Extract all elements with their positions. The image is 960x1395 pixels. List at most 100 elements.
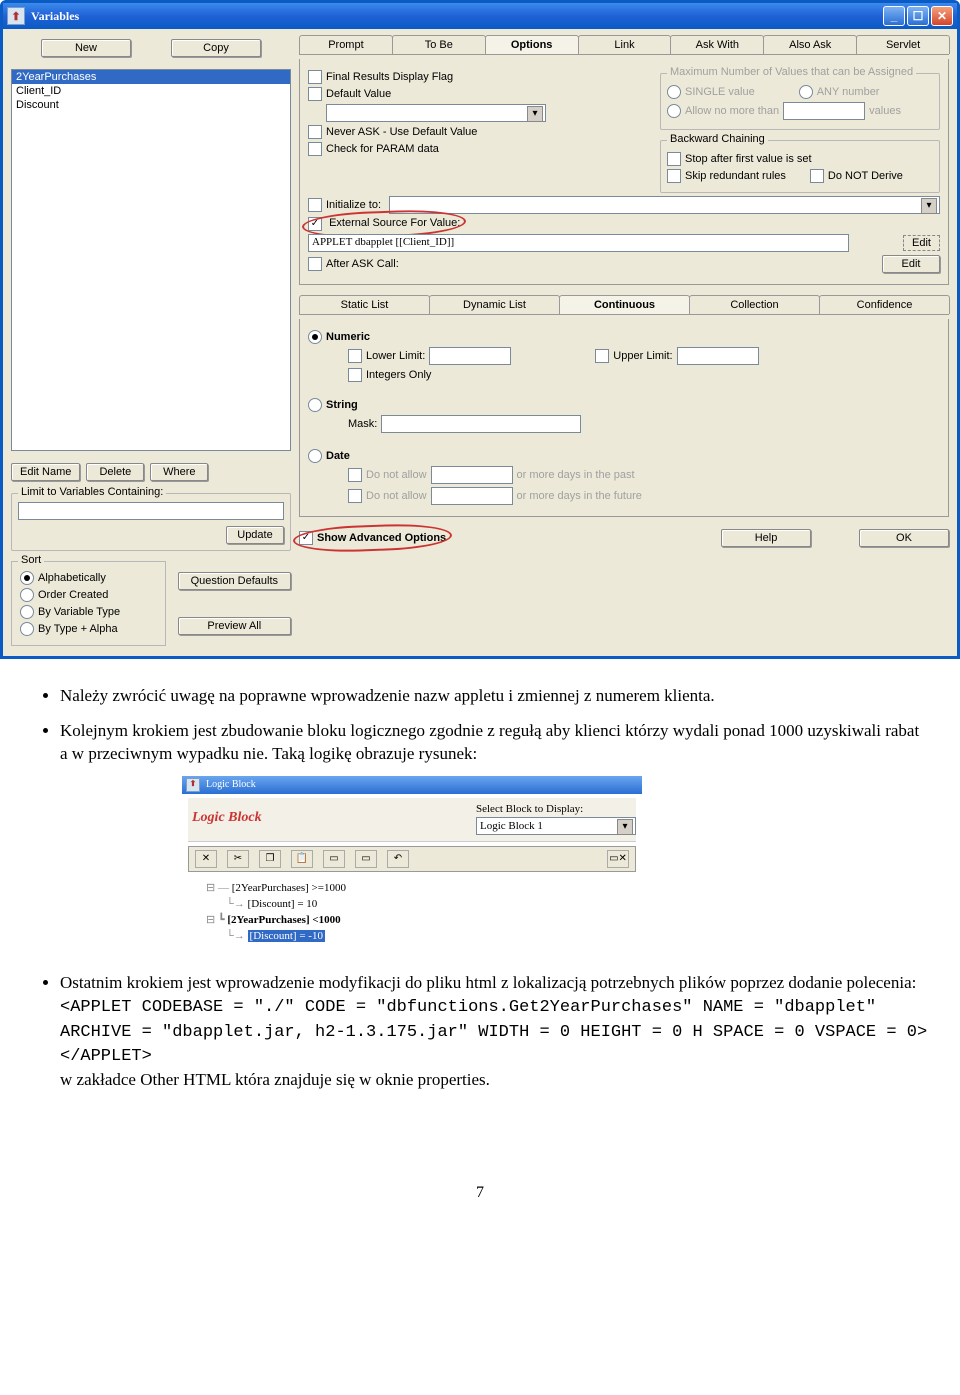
tab-alsoask[interactable]: Also Ask <box>763 35 857 54</box>
list-item[interactable]: Discount <box>12 98 290 112</box>
delete-button[interactable]: Delete <box>86 463 144 481</box>
do-not-derive-checkbox[interactable] <box>810 169 824 183</box>
upper-limit-input[interactable] <box>677 347 759 365</box>
copy-button[interactable]: Copy <box>171 39 261 57</box>
external-source-checkbox[interactable] <box>308 217 322 231</box>
logic-titlebar[interactable]: ⬆Logic Block <box>182 776 642 794</box>
update-button[interactable]: Update <box>226 526 284 544</box>
toolbar-addnode-icon[interactable]: ▭ <box>323 850 345 868</box>
tab-static-list[interactable]: Static List <box>299 295 430 314</box>
tree-result-1[interactable]: [Discount] = 10 <box>248 898 318 910</box>
upper-limit-checkbox[interactable] <box>595 349 609 363</box>
sort-byvar-radio[interactable] <box>20 605 34 619</box>
past-days-input <box>431 466 513 484</box>
tab-link[interactable]: Link <box>578 35 672 54</box>
select-block-dropdown[interactable]: Logic Block 1 <box>476 817 636 835</box>
titlebar[interactable]: ⬆ Variables _ ☐ ✕ <box>3 3 957 29</box>
check-param-label: Check for PARAM data <box>326 143 439 155</box>
tab-confidence[interactable]: Confidence <box>819 295 950 314</box>
tab-dynamic-list[interactable]: Dynamic List <box>429 295 560 314</box>
tree-condition-2[interactable]: [2YearPurchases] <1000 <box>227 914 340 926</box>
tab-options[interactable]: Options <box>485 35 579 54</box>
default-value-checkbox[interactable] <box>308 87 322 101</box>
edit-ext-button[interactable]: Edit <box>903 235 940 251</box>
toolbar-delete-icon[interactable]: ✕ <box>195 850 217 868</box>
question-defaults-button[interactable]: Question Defaults <box>178 572 291 590</box>
numeric-label: Numeric <box>326 331 370 343</box>
variables-list[interactable]: 2YearPurchases Client_ID Discount <box>11 69 291 451</box>
integers-only-label: Integers Only <box>366 369 431 381</box>
mask-input[interactable] <box>381 415 581 433</box>
show-advanced-checkbox[interactable] <box>299 531 313 545</box>
after-ask-checkbox[interactable] <box>308 257 322 271</box>
minimize-button[interactable]: _ <box>883 6 905 26</box>
sort-order-radio[interactable] <box>20 588 34 602</box>
new-button[interactable]: New <box>41 39 131 57</box>
sort-alpha-radio[interactable] <box>20 571 34 585</box>
toolbar-addchild-icon[interactable]: ▭ <box>355 850 377 868</box>
lower-limit-input[interactable] <box>429 347 511 365</box>
tab-tobe[interactable]: To Be <box>392 35 486 54</box>
where-button[interactable]: Where <box>150 463 208 481</box>
skip-redundant-checkbox[interactable] <box>667 169 681 183</box>
toolbar-cut-icon[interactable]: ✂ <box>227 850 249 868</box>
edit-afterask-button[interactable]: Edit <box>882 255 940 273</box>
window-title: Variables <box>31 9 79 24</box>
sort-bytype-label: By Type + Alpha <box>38 623 118 635</box>
external-source-label: External Source For Value: <box>329 217 460 229</box>
check-param-checkbox[interactable] <box>308 142 322 156</box>
tab-servlet[interactable]: Servlet <box>856 35 950 54</box>
logic-block-window: ⬆Logic Block Logic Block Select Block to… <box>180 774 644 960</box>
preview-all-button[interactable]: Preview All <box>178 617 291 635</box>
future-days-input <box>431 487 513 505</box>
logic-tree[interactable]: ⊟ — [2YearPurchases] >=1000 └→ [Discount… <box>188 876 636 948</box>
tab-askwith[interactable]: Ask With <box>670 35 764 54</box>
lower-limit-checkbox[interactable] <box>348 349 362 363</box>
toolbar-undo-icon[interactable]: ↶ <box>387 850 409 868</box>
never-ask-checkbox[interactable] <box>308 125 322 139</box>
close-button[interactable]: ✕ <box>931 6 953 26</box>
initialize-to-input[interactable] <box>389 196 940 214</box>
tree-result-2[interactable]: [Discount] = -10 <box>248 930 325 942</box>
limit-input[interactable] <box>18 502 284 520</box>
single-label: SINGLE value <box>685 86 755 98</box>
do-not-allow-past-checkbox <box>348 468 362 482</box>
logic-toolbar: ✕ ✂ ❐ 📋 ▭ ▭ ↶ ▭✕ <box>188 846 636 872</box>
toolbar-delete2-icon[interactable]: ▭✕ <box>607 850 629 868</box>
sort-legend: Sort <box>18 554 44 566</box>
list-item[interactable]: 2YearPurchases <box>12 70 290 84</box>
edit-name-button[interactable]: Edit Name <box>11 463 80 481</box>
initialize-to-checkbox[interactable] <box>308 198 322 212</box>
maximize-button[interactable]: ☐ <box>907 6 929 26</box>
numeric-radio[interactable] <box>308 330 322 344</box>
tab-continuous[interactable]: Continuous <box>559 295 690 314</box>
allow-no-more-input <box>783 102 865 120</box>
ok-button[interactable]: OK <box>859 529 949 547</box>
tree-condition-1[interactable]: [2YearPurchases] >=1000 <box>232 882 346 894</box>
external-source-input[interactable]: APPLET dbapplet [[Client_ID]] <box>308 234 849 252</box>
stop-first-checkbox[interactable] <box>667 152 681 166</box>
options-panel: Final Results Display Flag Default Value… <box>299 59 949 285</box>
tab-collection[interactable]: Collection <box>689 295 820 314</box>
help-button[interactable]: Help <box>721 529 811 547</box>
single-value-radio <box>667 85 681 99</box>
logic-header: Logic Block Select Block to Display: Log… <box>188 798 636 842</box>
default-value-input[interactable] <box>326 104 546 122</box>
integers-only-checkbox[interactable] <box>348 368 362 382</box>
toolbar-copy-icon[interactable]: ❐ <box>259 850 281 868</box>
applet-code: <APPLET CODEBASE = "./" CODE = "dbfuncti… <box>60 998 927 1067</box>
backward-chaining-group: Backward Chaining Stop after first value… <box>660 140 940 193</box>
skip-redundant-label: Skip redundant rules <box>685 170 786 182</box>
stop-first-label: Stop after first value is set <box>685 153 812 165</box>
list-item[interactable]: Client_ID <box>12 84 290 98</box>
initialize-to-label: Initialize to: <box>326 199 381 211</box>
tab-prompt[interactable]: Prompt <box>299 35 393 54</box>
date-radio[interactable] <box>308 449 322 463</box>
string-radio[interactable] <box>308 398 322 412</box>
sort-bytype-radio[interactable] <box>20 622 34 636</box>
toolbar-paste-icon[interactable]: 📋 <box>291 850 313 868</box>
tabs-top: Prompt To Be Options Link Ask With Also … <box>299 35 949 55</box>
final-results-checkbox[interactable] <box>308 70 322 84</box>
logic-icon: ⬆ <box>186 778 200 792</box>
app-icon: ⬆ <box>7 7 25 25</box>
